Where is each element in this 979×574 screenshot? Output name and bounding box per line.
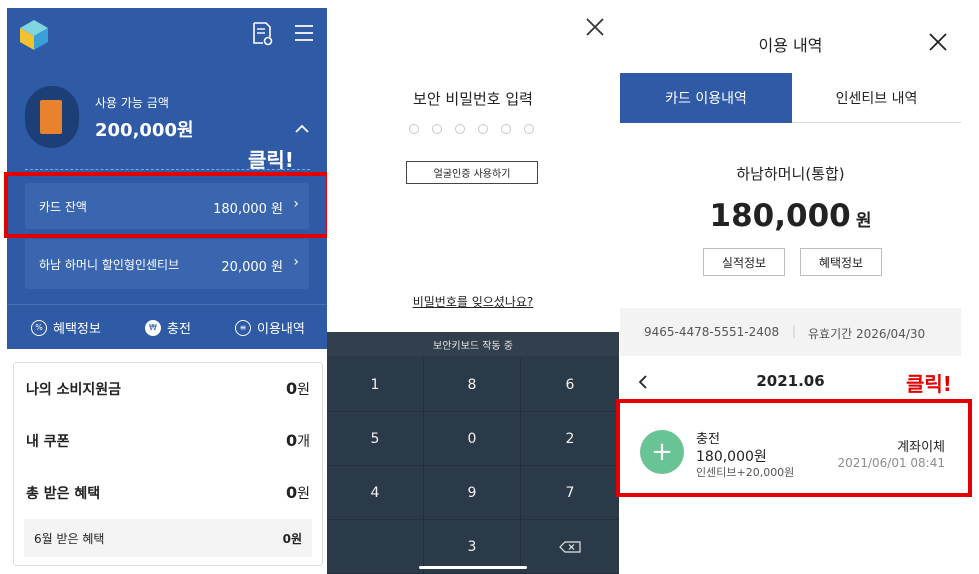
list-icon: ≡ bbox=[235, 319, 251, 336]
usage-history-label: 이용내역 bbox=[257, 322, 305, 337]
chevron-right-icon: › bbox=[293, 254, 299, 270]
app-logo-icon bbox=[20, 20, 48, 50]
password-panel: 보안 비밀번호 입력 얼굴인증 사용하기 비밀번호를 잊으셨나요? 보안키보드 … bbox=[327, 8, 619, 574]
pin-dot bbox=[432, 124, 442, 134]
balance-unit: 원 bbox=[855, 211, 872, 231]
divider: | bbox=[792, 324, 797, 338]
highlight-box bbox=[616, 399, 972, 497]
card-image bbox=[40, 100, 62, 134]
available-label: 사용 가능 금액 bbox=[95, 96, 169, 110]
keypad-key[interactable]: 7 bbox=[521, 466, 619, 520]
list-item[interactable]: 총 받은 혜택 0원 bbox=[14, 467, 322, 519]
list-item-label: 총 받은 혜택 bbox=[26, 486, 101, 502]
document-settings-icon[interactable] bbox=[251, 21, 273, 47]
list-item-value: 0원 bbox=[285, 483, 310, 502]
pin-dot bbox=[409, 124, 419, 134]
forgot-password-link[interactable]: 비밀번호를 잊으셨나요? bbox=[327, 293, 619, 310]
keypad-key[interactable]: 1 bbox=[327, 358, 424, 412]
keypad-key[interactable]: 4 bbox=[327, 466, 424, 520]
monthly-benefit-value: 0원 bbox=[282, 531, 302, 546]
list-item-value: 0원 bbox=[285, 379, 310, 398]
card-number: 9465-4478-5551-2408 bbox=[644, 325, 780, 339]
keypad-key[interactable]: 2 bbox=[521, 412, 619, 466]
incentive-label: 하남 하머니 할인형인센티브 bbox=[39, 258, 180, 272]
chevron-up-icon[interactable] bbox=[294, 124, 310, 134]
password-title: 보안 비밀번호 입력 bbox=[413, 90, 533, 108]
wallet-panel: 사용 가능 금액 200,000원 카드 잔액 180,000 원 › 하남 하… bbox=[7, 8, 327, 573]
balance-amount: 180,000 bbox=[709, 198, 851, 234]
monthly-benefit-label: 6월 받은 혜택 bbox=[34, 531, 105, 546]
list-item-label: 나의 소비지원금 bbox=[26, 382, 122, 398]
keypad-key[interactable]: 6 bbox=[521, 358, 619, 412]
benefit-info-button[interactable]: 혜택정보 bbox=[800, 248, 882, 276]
benefit-info-label: 혜택정보 bbox=[53, 322, 101, 337]
card-name: 하남하머니(통합) bbox=[736, 165, 845, 183]
keypad-key-empty bbox=[327, 520, 424, 574]
wallet-action-bar: % 혜택정보 ₩ 충전 ≡ 이용내역 bbox=[7, 304, 327, 349]
keypad-key[interactable]: 8 bbox=[424, 358, 521, 412]
performance-info-button[interactable]: 실적정보 bbox=[703, 248, 785, 276]
keypad-status: 보안키보드 작동 중 bbox=[327, 332, 619, 356]
charge-button[interactable]: ₩ 충전 bbox=[145, 318, 191, 337]
history-title: 이용 내역 bbox=[758, 36, 823, 55]
list-item-value: 0개 bbox=[285, 431, 310, 450]
incentive-value: 20,000 원 bbox=[221, 260, 283, 275]
backspace-icon bbox=[559, 540, 581, 553]
tab-incentive[interactable]: 인센티브 내역 bbox=[792, 73, 961, 123]
card-thumbnail bbox=[25, 86, 79, 148]
list-item[interactable]: 나의 소비지원금 0원 bbox=[14, 363, 322, 415]
backspace-key[interactable] bbox=[521, 520, 619, 574]
available-amount: 200,000원 bbox=[95, 120, 194, 141]
benefit-info-button[interactable]: % 혜택정보 bbox=[31, 318, 101, 337]
charge-label: 충전 bbox=[167, 322, 191, 337]
keypad-key[interactable]: 0 bbox=[424, 412, 521, 466]
secure-keypad: 보안키보드 작동 중 1 8 6 5 0 2 4 9 7 3 bbox=[327, 332, 619, 574]
highlight-box bbox=[4, 172, 330, 238]
percent-icon: % bbox=[31, 319, 47, 336]
card-info-bar: 9465-4478-5551-2408 | 유효기간 2026/04/30 bbox=[620, 308, 961, 356]
won-icon: ₩ bbox=[145, 319, 161, 336]
face-auth-button[interactable]: 얼굴인증 사용하기 bbox=[406, 161, 538, 184]
monthly-benefit-row[interactable]: 6월 받은 혜택 0원 bbox=[24, 519, 312, 557]
pin-dot bbox=[455, 124, 465, 134]
benefit-summary-list: 나의 소비지원금 0원 내 쿠폰 0개 총 받은 혜택 0원 6월 받은 혜택 … bbox=[13, 362, 323, 566]
list-item[interactable]: 내 쿠폰 0개 bbox=[14, 415, 322, 467]
card-balance: 180,000 원 bbox=[620, 198, 961, 234]
incentive-row[interactable]: 하남 하머니 할인형인센티브 20,000 원 › bbox=[25, 239, 309, 289]
usage-history-button[interactable]: ≡ 이용내역 bbox=[235, 318, 305, 337]
pin-dot bbox=[478, 124, 488, 134]
menu-icon[interactable] bbox=[294, 23, 314, 43]
pin-dot bbox=[501, 124, 511, 134]
click-annotation: 클릭! bbox=[248, 148, 294, 172]
pin-dot bbox=[524, 124, 534, 134]
keypad-key[interactable]: 5 bbox=[327, 412, 424, 466]
expiry-date: 유효기간 2026/04/30 bbox=[808, 327, 926, 341]
list-item-label: 내 쿠폰 bbox=[26, 434, 70, 450]
click-annotation: 클릭! bbox=[906, 372, 952, 396]
close-icon[interactable] bbox=[928, 32, 948, 52]
close-icon[interactable] bbox=[586, 18, 604, 36]
tab-card-usage[interactable]: 카드 이용내역 bbox=[620, 73, 792, 123]
keypad-key[interactable]: 9 bbox=[424, 466, 521, 520]
home-indicator bbox=[419, 566, 527, 569]
